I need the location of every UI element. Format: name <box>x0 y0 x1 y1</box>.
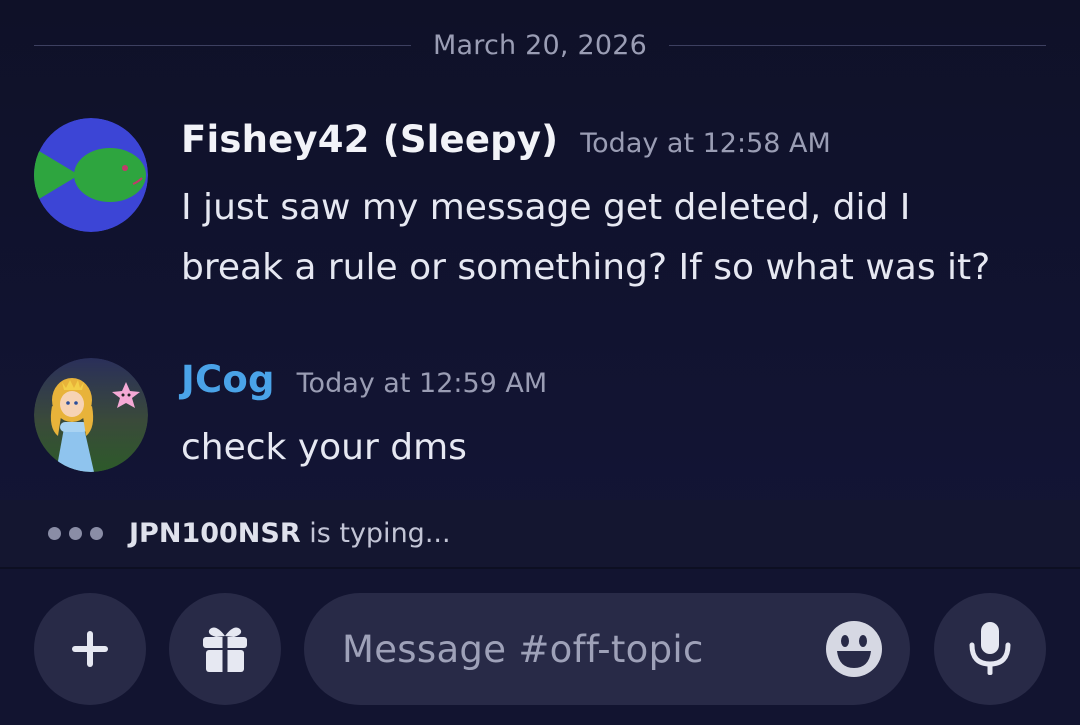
gift-button[interactable] <box>169 593 281 705</box>
message-line: I just saw my message get deleted, did I <box>181 187 911 228</box>
typing-suffix: is typing... <box>300 518 451 549</box>
username[interactable]: Fishey42 (Sleepy) <box>181 118 558 161</box>
princess-avatar[interactable] <box>34 358 148 472</box>
message-line: check your dms <box>181 427 467 468</box>
message-line: break a rule or something? If so what wa… <box>181 247 991 288</box>
princess-avatar-image <box>34 358 148 472</box>
divider-line-right <box>668 44 1046 46</box>
typing-dots-icon <box>48 527 103 540</box>
username[interactable]: JCog <box>181 358 275 401</box>
plus-icon <box>72 631 108 667</box>
emoji-button[interactable] <box>824 619 884 679</box>
message-text: I just saw my message get deleted, did I… <box>181 178 1051 298</box>
emoji-icon <box>826 621 882 677</box>
message-input[interactable]: Message #off-topic <box>304 593 910 705</box>
typing-indicator: JPN100NSR is typing... <box>0 500 1080 569</box>
typing-text: JPN100NSR is typing... <box>129 518 451 549</box>
date-divider: March 20, 2026 <box>34 20 1046 70</box>
microphone-icon <box>969 622 1011 675</box>
timestamp: Today at 12:58 AM <box>580 128 831 159</box>
message-header: JCog Today at 12:59 AM <box>181 358 1051 420</box>
divider-line-left <box>34 44 412 46</box>
gift-icon <box>203 627 247 672</box>
composer-bar: Message #off-topic <box>0 569 1080 725</box>
fish-avatar-image <box>34 118 148 232</box>
message-content: Fishey42 (Sleepy) Today at 12:58 AM I ju… <box>181 118 1051 298</box>
date-divider-label: March 20, 2026 <box>433 29 647 61</box>
typing-user: JPN100NSR <box>129 518 301 549</box>
message-header: Fishey42 (Sleepy) Today at 12:58 AM <box>181 118 1051 180</box>
message-text: check your dms <box>181 418 1051 478</box>
add-attachment-button[interactable] <box>34 593 146 705</box>
timestamp: Today at 12:59 AM <box>296 368 548 399</box>
message-input-placeholder[interactable]: Message #off-topic <box>342 628 824 671</box>
voice-message-button[interactable] <box>934 593 1046 705</box>
message-content: JCog Today at 12:59 AM check your dms <box>181 358 1051 478</box>
fish-avatar[interactable] <box>34 118 148 232</box>
